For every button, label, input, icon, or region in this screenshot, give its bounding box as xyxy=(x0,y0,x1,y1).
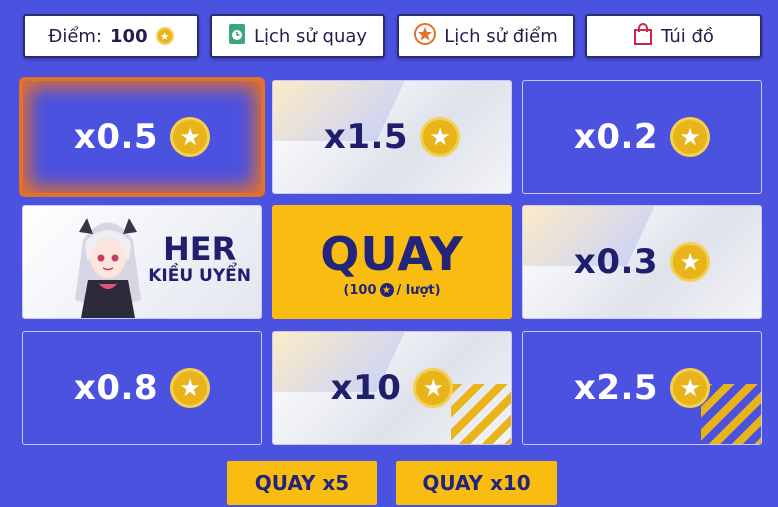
prize-cell-x2-5: x2.5 ★ xyxy=(522,331,762,445)
clock-book-icon xyxy=(228,23,246,50)
spin-history-label: Lịch sử quay xyxy=(253,25,368,47)
character-portrait-image xyxy=(75,218,141,318)
spin-button[interactable]: QUAY (100 ★ / lượt) xyxy=(272,205,512,319)
lucky-wheel-grid: x0.5 ★ x1.5 ★ x0.2 ★ HER KIỀU UYỂN QUAY xyxy=(22,80,762,446)
star-coin-icon: ★ xyxy=(170,117,211,157)
bag-label: Túi đồ xyxy=(661,25,714,47)
prize-multiplier: x10 xyxy=(330,368,402,408)
prize-multiplier: x2.5 xyxy=(573,368,659,408)
decorative-stripe xyxy=(701,384,761,444)
prize-cell-x0-5: x0.5 ★ xyxy=(22,80,262,194)
prize-cell-x1-5: x1.5 ★ xyxy=(272,80,512,194)
star-coin-icon: ★ xyxy=(155,27,174,45)
prize-multiplier: x0.3 xyxy=(573,242,659,282)
prize-multiplier: x1.5 xyxy=(323,117,409,157)
star-coin-icon: ★ xyxy=(670,242,711,282)
prize-cell-x0-2: x0.2 ★ xyxy=(522,80,762,194)
prize-multiplier: x0.8 xyxy=(73,368,159,408)
star-coin-icon: ★ xyxy=(670,117,711,157)
character-title: HER xyxy=(162,230,237,268)
star-circle-icon xyxy=(414,22,437,50)
spin-x5-button[interactable]: QUAY x5 xyxy=(227,461,377,505)
prize-multiplier: x0.5 xyxy=(73,117,159,157)
prize-cell-character: HER KIỀU UYỂN xyxy=(22,205,262,319)
spin-x10-button[interactable]: QUAY x10 xyxy=(396,461,557,505)
points-display: Điểm: 100 ★ xyxy=(23,14,199,58)
character-subtitle: KIỀU UYỂN xyxy=(148,266,251,286)
points-history-label: Lịch sử điểm xyxy=(444,25,558,47)
star-coin-icon: ★ xyxy=(670,368,711,408)
star-coin-icon: ★ xyxy=(420,117,461,157)
star-coin-icon: ★ xyxy=(170,368,211,408)
star-icon: ★ xyxy=(379,283,394,297)
shopping-bag-icon xyxy=(633,22,653,50)
prize-cell-x10: x10 ★ xyxy=(272,331,512,445)
prize-cell-x0-3: x0.3 ★ xyxy=(522,205,762,319)
spin-cost-prefix: (100 xyxy=(343,282,377,298)
spin-cost-suffix: / lượt) xyxy=(396,282,441,298)
spin-history-button[interactable]: Lịch sử quay xyxy=(210,14,385,58)
prize-multiplier: x0.2 xyxy=(573,117,659,157)
decorative-stripe xyxy=(451,384,511,444)
spin-label: QUAY xyxy=(320,226,464,281)
star-coin-icon: ★ xyxy=(413,368,454,408)
points-label: Điểm: xyxy=(48,25,103,47)
bag-button[interactable]: Túi đồ xyxy=(585,14,762,58)
spin-cost: (100 ★ / lượt) xyxy=(343,283,440,298)
points-value: 100 xyxy=(110,25,148,47)
character-name: HER KIỀU UYỂN xyxy=(148,232,251,286)
top-bar: Điểm: 100 ★ Lịch sử quay Lịch sử điểm Tú… xyxy=(0,14,778,60)
points-history-button[interactable]: Lịch sử điểm xyxy=(397,14,575,58)
prize-cell-x0-8: x0.8 ★ xyxy=(22,331,262,445)
